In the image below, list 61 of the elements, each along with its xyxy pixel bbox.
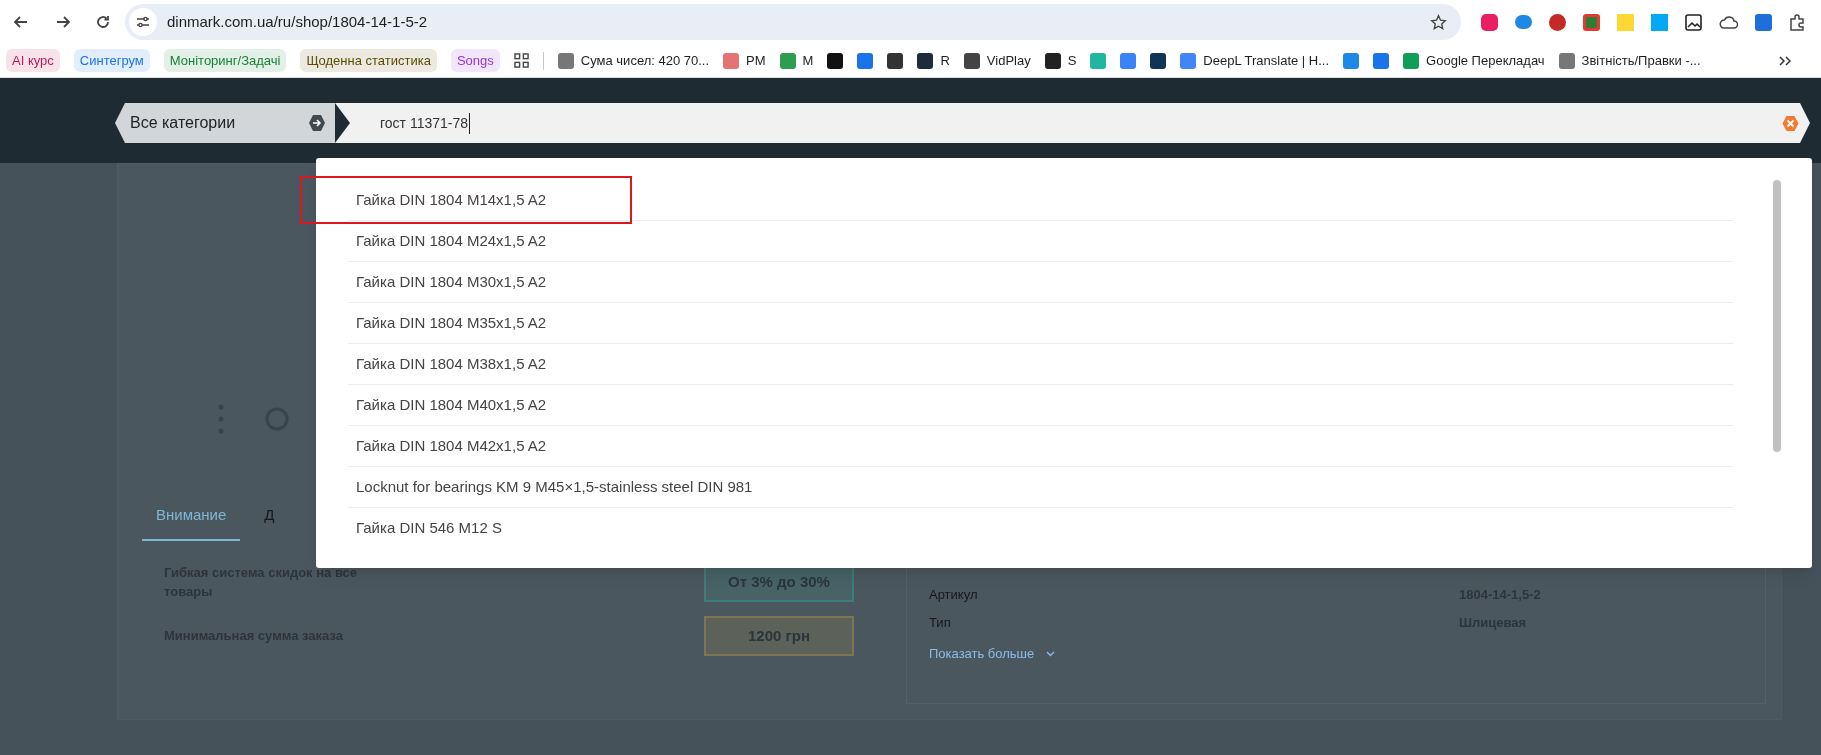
extension-icon[interactable]: [1549, 13, 1566, 31]
bookmark-chip[interactable]: Songs: [450, 48, 500, 73]
bookmark-icon[interactable]: [1150, 52, 1167, 69]
suggestion-item[interactable]: Гайка DIN 1804 M14x1,5 A2: [356, 188, 547, 212]
bookmark-link[interactable]: S: [1044, 50, 1077, 71]
bookmark-chip[interactable]: Щоденна статистика: [300, 48, 437, 73]
favicon-icon: [1558, 52, 1575, 69]
favicon-icon: [1044, 52, 1061, 69]
extension-icon[interactable]: [1583, 13, 1600, 31]
cloud-icon[interactable]: [1719, 15, 1738, 29]
suggestion-item[interactable]: Гайка DIN 1804 M38x1,5 A2: [356, 352, 547, 376]
bookmark-link[interactable]: PM: [723, 50, 766, 71]
favicon-icon: [557, 52, 574, 69]
chevron-down-icon[interactable]: [1046, 650, 1056, 657]
extension-icon[interactable]: [1651, 13, 1668, 31]
suggestion-item[interactable]: Гайка DIN 1804 M40x1,5 A2: [356, 393, 547, 417]
suggestion-item[interactable]: Гайка DIN 1804 M30x1,5 A2: [356, 270, 547, 294]
address-bar[interactable]: dinmark.com.ua/ru/shop/1804-14-1-5-2: [125, 4, 1461, 40]
reload-icon[interactable]: [95, 14, 111, 30]
bookmark-icon[interactable]: [887, 52, 904, 69]
arrow-right-icon[interactable]: [308, 114, 326, 132]
image-icon[interactable]: [1685, 13, 1702, 31]
puzzle-icon[interactable]: [1789, 13, 1806, 31]
more-bookmarks-icon[interactable]: [1779, 55, 1791, 66]
show-more-link[interactable]: Показать больше: [929, 644, 1035, 664]
suggestion-item[interactable]: Гайка DIN 1804 M35x1,5 A2: [356, 311, 547, 335]
forward-icon[interactable]: [55, 14, 71, 30]
bookmark-link[interactable]: Сума чисел: 420 70...: [557, 50, 710, 71]
bookmark-link[interactable]: M: [779, 50, 814, 71]
bookmark-chip[interactable]: Синтегрум: [73, 48, 150, 73]
extension-icon[interactable]: [1515, 15, 1532, 29]
suggestion-item[interactable]: Гайка DIN 1804 M42x1,5 A2: [356, 434, 547, 458]
favicon-icon: [1403, 52, 1420, 69]
favicon-icon: [779, 52, 796, 69]
category-selector[interactable]: Все категории: [115, 103, 335, 143]
favicon-icon: [917, 52, 934, 69]
bookmark-chip[interactable]: AI курс: [6, 48, 60, 73]
shield-extension-icon[interactable]: [1481, 13, 1498, 31]
favicon-icon: [1180, 52, 1197, 69]
bookmark-link[interactable]: R: [917, 50, 950, 71]
favicon-icon: [963, 52, 980, 69]
board-extension-icon[interactable]: [1755, 13, 1772, 31]
suggestion-item[interactable]: Гайка DIN 1804 M24x1,5 A2: [356, 229, 547, 253]
suggestion-item[interactable]: Locknut for bearings KM 9 M45×1,5-stainless steel DIN 981: [356, 475, 753, 499]
spec-label: Артикул: [929, 586, 979, 604]
site-info-icon[interactable]: [129, 8, 157, 36]
bookmark-chip[interactable]: Моніторинг/Задачі: [163, 48, 287, 73]
bookmark-link[interactable]: DeepL Translate | H...: [1180, 50, 1330, 71]
search-field[interactable]: гост 11371-78: [335, 103, 1810, 143]
bookmark-icon[interactable]: [827, 52, 844, 69]
bookmark-link[interactable]: Звітність/Правки -...: [1558, 50, 1701, 71]
url-text[interactable]: dinmark.com.ua/ru/shop/1804-14-1-5-2: [167, 10, 428, 34]
back-icon[interactable]: [13, 14, 29, 30]
clear-icon[interactable]: [1782, 115, 1799, 132]
bookmark-link[interactable]: Google Перекладач: [1403, 50, 1545, 71]
suggestion-item[interactable]: Гайка DIN 546 M12 S: [356, 517, 502, 540]
spec-label: Тип: [929, 613, 952, 632]
favicon-icon: [723, 52, 740, 69]
star-icon[interactable]: [1430, 13, 1447, 31]
bookmark-link[interactable]: VidPlay: [963, 50, 1031, 71]
apps-grid-icon[interactable]: [513, 53, 529, 68]
